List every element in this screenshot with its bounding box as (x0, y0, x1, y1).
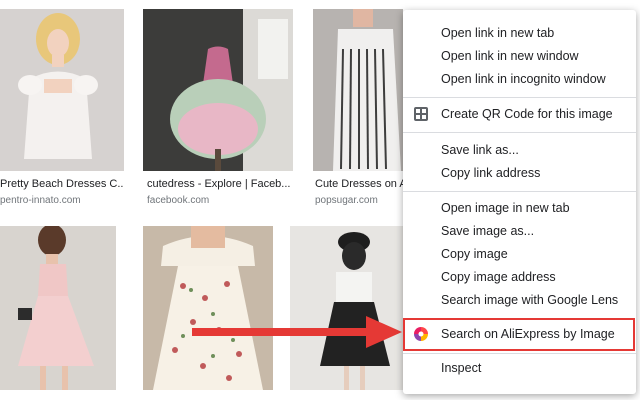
annotation-arrow (192, 316, 402, 348)
menu-item-label: Copy link address (441, 166, 541, 180)
menu-item-label: Open image in new tab (441, 201, 570, 215)
dress-photo-2 (143, 9, 293, 171)
menu-item-save-image-as[interactable]: Save image as... (403, 220, 636, 242)
menu-item-open-link-new-tab[interactable]: Open link in new tab (403, 22, 636, 44)
menu-item-open-image-new-tab[interactable]: Open image in new tab (403, 197, 636, 219)
result-caption[interactable]: Pretty Beach Dresses C... (0, 178, 124, 190)
result-image-2[interactable] (143, 9, 293, 171)
result-image-1[interactable] (0, 9, 124, 171)
result-caption[interactable]: Cute Dresses on A... (315, 178, 403, 190)
menu-item-copy-image[interactable]: Copy image (403, 243, 636, 265)
menu-item-label: Copy image address (441, 270, 556, 284)
menu-separator (403, 97, 636, 98)
dress-photo-4 (0, 226, 116, 390)
menu-item-label: Search image with Google Lens (441, 293, 619, 307)
menu-item-open-link-incognito[interactable]: Open link in incognito window (403, 68, 636, 90)
qr-code-icon (414, 107, 428, 121)
highlight-box (403, 318, 635, 351)
menu-item-open-link-new-window[interactable]: Open link in new window (403, 45, 636, 67)
menu-separator (403, 191, 636, 192)
result-source: popsugar.com (315, 195, 378, 206)
menu-item-label: Open link in new tab (441, 26, 555, 40)
menu-item-label: Copy image (441, 247, 508, 261)
menu-item-label: Open link in incognito window (441, 72, 606, 86)
menu-item-label: Inspect (441, 361, 482, 375)
result-source: facebook.com (147, 195, 210, 206)
dress-photo-5 (143, 226, 273, 390)
result-caption[interactable]: cutedress - Explore | Faceb... (147, 178, 295, 190)
menu-item-copy-link-address[interactable]: Copy link address (403, 162, 636, 184)
menu-item-inspect[interactable]: Inspect (403, 357, 636, 379)
menu-item-copy-image-address[interactable]: Copy image address (403, 266, 636, 288)
menu-separator (403, 353, 636, 354)
dress-photo-1 (0, 9, 124, 171)
dress-photo-3 (313, 9, 403, 171)
result-image-4[interactable] (0, 226, 116, 390)
menu-item-label: Open link in new window (441, 49, 579, 63)
result-image-6[interactable] (290, 226, 403, 390)
menu-item-label: Save link as... (441, 143, 519, 157)
dress-photo-6 (290, 226, 403, 390)
result-image-5[interactable] (143, 226, 273, 390)
menu-item-google-lens[interactable]: Search image with Google Lens (403, 289, 636, 311)
menu-item-create-qr-code[interactable]: Create QR Code for this image (403, 103, 636, 125)
menu-separator (403, 132, 636, 133)
result-source: pentro-innato.com (0, 195, 81, 206)
result-image-3[interactable] (313, 9, 403, 171)
menu-item-label: Create QR Code for this image (441, 107, 613, 121)
menu-item-save-link-as[interactable]: Save link as... (403, 139, 636, 161)
menu-item-label: Save image as... (441, 224, 535, 238)
